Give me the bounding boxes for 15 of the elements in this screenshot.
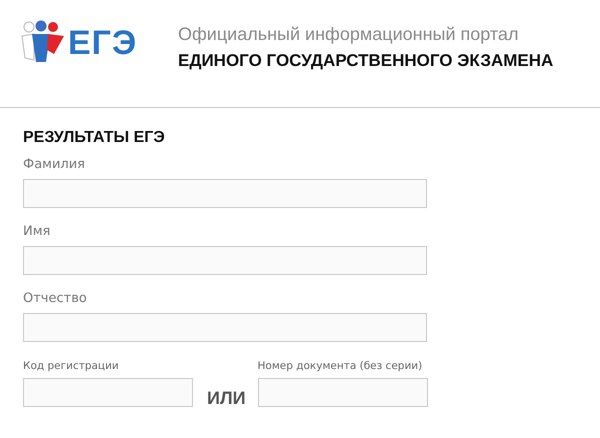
input-field[interactable] bbox=[23, 179, 427, 208]
field-label: Код регистрации bbox=[23, 360, 119, 372]
field-label: Отчество bbox=[23, 291, 87, 306]
portal-subtitle: Официальный информационный портал bbox=[178, 23, 520, 46]
form-heading: РЕЗУЛЬТАТЫ ЕГЭ bbox=[23, 129, 165, 147]
input-field[interactable] bbox=[23, 313, 427, 342]
or-separator: ИЛИ bbox=[207, 387, 246, 409]
field-label: Номер документа (без серии) bbox=[258, 360, 422, 372]
field-label: Фамилия bbox=[23, 157, 85, 172]
logo-text: ЕГЭ bbox=[68, 24, 138, 62]
field-label: Имя bbox=[23, 224, 50, 239]
input-field[interactable] bbox=[258, 378, 428, 407]
portal-title: ЕДИНОГО ГОСУДАРСТВЕННОГО ЭКЗАМЕНА bbox=[178, 50, 554, 72]
input-field[interactable] bbox=[23, 246, 427, 275]
input-field[interactable] bbox=[23, 378, 193, 407]
